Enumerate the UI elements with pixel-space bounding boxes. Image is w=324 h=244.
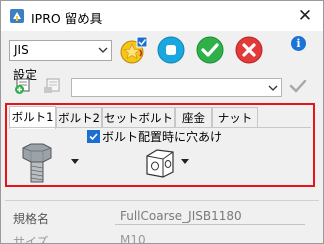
preset-select[interactable] xyxy=(71,78,282,97)
tab-label: ボルト2 xyxy=(58,111,100,125)
spec-name-value: FullCoarse_JISB1180 xyxy=(120,209,242,223)
delete-preset-icon xyxy=(44,78,60,93)
delete-preset-button[interactable] xyxy=(42,77,62,95)
add-preset-icon xyxy=(15,78,30,94)
bolt-type-dropdown-icon[interactable] xyxy=(71,159,79,165)
drill-hole-checkbox[interactable] xyxy=(87,130,100,143)
apply-button[interactable] xyxy=(156,35,186,65)
window-title: IPRO 留め具 xyxy=(31,11,103,26)
checkbox-checked-icon xyxy=(136,36,148,48)
tab-nut[interactable]: ナット xyxy=(212,107,258,128)
title-bar: IPRO 留め具 ✕ xyxy=(1,1,323,31)
tab-bolt2[interactable]: ボルト2 xyxy=(56,107,102,128)
close-button[interactable]: ✕ xyxy=(295,6,315,26)
info-button[interactable]: i xyxy=(291,36,306,51)
ok-button[interactable] xyxy=(195,35,225,65)
add-preset-button[interactable] xyxy=(14,77,34,95)
tab-label: ナット xyxy=(217,111,253,125)
divider xyxy=(5,200,319,201)
favorite-button[interactable] xyxy=(118,35,148,65)
spec-name-field[interactable]: FullCoarse_JISB1180 xyxy=(115,208,305,225)
bolt-type-button[interactable] xyxy=(19,142,65,184)
apply-icon xyxy=(157,36,185,64)
spec-name-label: 規格名 xyxy=(13,212,50,226)
app-icon xyxy=(10,9,24,23)
tab-washer[interactable]: 座金 xyxy=(175,107,212,128)
chevron-down-icon xyxy=(268,85,278,91)
save-preset-button[interactable] xyxy=(289,78,307,94)
tab-label: ボルト1 xyxy=(11,110,54,124)
nut-hole-icon xyxy=(146,149,174,178)
tab-label: 座金 xyxy=(182,111,205,125)
tab-label: セットボルト xyxy=(104,111,173,125)
cancel-button[interactable] xyxy=(234,35,264,65)
tab-bolt1[interactable]: ボルト1 xyxy=(9,106,56,129)
checkmark-icon xyxy=(89,133,98,141)
standard-select[interactable]: JIS xyxy=(9,40,112,61)
standard-select-value: JIS xyxy=(14,43,29,57)
hex-bolt-icon xyxy=(22,143,52,183)
size-label: サイズ xyxy=(13,235,49,244)
drill-hole-label: ボルト配置時に穴あけ xyxy=(102,130,223,144)
hole-type-button[interactable] xyxy=(143,146,179,179)
close-icon xyxy=(235,36,263,64)
tab-set-bolt[interactable]: セットボルト xyxy=(102,107,175,128)
checkmark-icon xyxy=(196,36,224,64)
checkmark-icon xyxy=(289,79,307,93)
size-value: M10 xyxy=(120,233,146,244)
fastener-dialog: IPRO 留め具 ✕ JIS i 設定 ボルト1 ボルト2 セットボルト 座金 … xyxy=(0,0,324,244)
chevron-down-icon xyxy=(98,47,108,53)
hole-type-dropdown-icon[interactable] xyxy=(181,159,189,165)
